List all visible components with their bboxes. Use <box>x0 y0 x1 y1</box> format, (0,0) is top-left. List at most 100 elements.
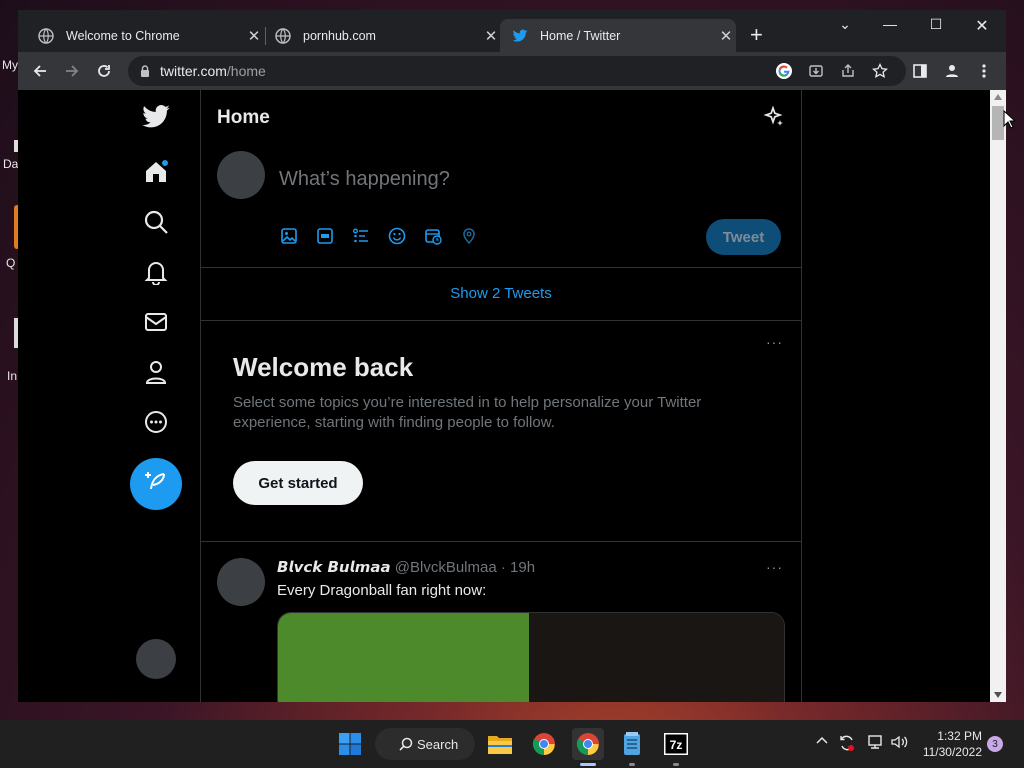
close-icon[interactable]: ✕ <box>716 27 736 45</box>
file-explorer-icon[interactable] <box>484 728 516 760</box>
notification-badge[interactable]: 3 <box>987 736 1003 752</box>
page-scrollbar[interactable] <box>990 90 1006 702</box>
explore-search-icon[interactable] <box>138 204 174 240</box>
windows-start-icon[interactable] <box>334 728 366 760</box>
tweet-author-handle[interactable]: @BlvckBulmaa <box>395 559 497 576</box>
more-options-icon[interactable]: ··· <box>766 334 783 350</box>
tweet-author-name[interactable]: 𝘽𝙡𝙫𝙘𝙠 𝘽𝙪𝙡𝙢𝙖𝙖 <box>277 558 391 576</box>
7zip-icon[interactable]: 7z <box>660 728 692 760</box>
scroll-down-arrow-icon[interactable] <box>994 692 1002 698</box>
home-icon[interactable] <box>138 154 174 190</box>
minimize-button[interactable]: — <box>880 16 900 32</box>
tab-search-icon[interactable]: ⌄ <box>835 16 855 33</box>
chrome-active-icon[interactable] <box>572 728 604 760</box>
tweet-timestamp[interactable]: 19h <box>510 559 535 576</box>
desktop-icon-label: Q <box>6 256 16 270</box>
tweet-separator: · <box>500 559 506 576</box>
home-timeline: Home What’s happening? Tweet Show 2 Twee… <box>200 90 802 702</box>
side-panel-icon[interactable] <box>909 60 931 82</box>
globe-icon <box>275 27 291 44</box>
tweet-button[interactable]: Tweet <box>706 219 781 255</box>
twitter-page: Home What’s happening? Tweet Show 2 Twee… <box>18 90 990 702</box>
compose-input[interactable]: What’s happening? <box>279 168 450 191</box>
globe-icon <box>38 27 54 44</box>
tray-overflow-chevron-icon[interactable] <box>815 734 829 753</box>
schedule-icon[interactable] <box>423 226 443 246</box>
welcome-description: Select some topics you’re interested in … <box>233 394 702 431</box>
welcome-title: Welcome back <box>233 352 414 382</box>
taskbar-clock[interactable]: 1:32 PM 11/30/2022 <box>910 728 982 760</box>
twitter-sidenav <box>18 90 200 702</box>
tab-welcome[interactable]: Welcome to Chrome ✕ <box>26 19 264 52</box>
reload-button[interactable] <box>93 60 115 82</box>
tab-twitter-home[interactable]: Home / Twitter ✕ <box>500 19 736 52</box>
tweet-media-image-right <box>529 613 784 702</box>
divider <box>201 541 801 542</box>
notifications-bell-icon[interactable] <box>138 254 174 290</box>
running-app-indicator <box>629 763 635 766</box>
clock-time: 1:32 PM <box>937 729 982 743</box>
google-icon[interactable] <box>773 60 795 82</box>
clock-date: 11/30/2022 <box>922 745 982 759</box>
back-button[interactable] <box>29 60 51 82</box>
share-icon[interactable] <box>837 60 859 82</box>
divider <box>201 320 801 321</box>
emoji-icon[interactable] <box>387 226 407 246</box>
image-icon[interactable] <box>279 226 299 246</box>
mouse-cursor-icon <box>1003 109 1017 135</box>
active-app-indicator <box>580 763 596 766</box>
close-icon[interactable]: ✕ <box>244 27 264 45</box>
search-icon <box>399 737 413 751</box>
install-icon[interactable] <box>805 60 827 82</box>
maximize-button[interactable]: ☐ <box>926 16 946 33</box>
gif-icon[interactable] <box>315 226 335 246</box>
close-window-button[interactable]: ✕ <box>972 16 992 36</box>
network-icon[interactable] <box>866 734 884 755</box>
close-icon[interactable]: ✕ <box>481 27 501 45</box>
tweet-media-image-left <box>278 613 529 702</box>
url-path: /home <box>226 63 266 79</box>
notepad-icon[interactable] <box>616 728 648 760</box>
desktop-icon-label: My <box>2 58 18 72</box>
tab-title: Home / Twitter <box>540 28 621 43</box>
chrome-icon[interactable] <box>528 728 560 760</box>
sparkle-icon[interactable] <box>763 105 785 133</box>
tab-strip: Welcome to Chrome ✕ pornhub.com ✕ Home /… <box>18 10 1006 52</box>
volume-icon[interactable] <box>890 734 908 755</box>
poll-icon[interactable] <box>351 226 371 246</box>
desktop-icon-label: Da <box>3 157 19 171</box>
taskbar-search[interactable]: Search <box>375 728 475 760</box>
running-app-indicator <box>673 763 679 766</box>
search-label: Search <box>417 736 459 752</box>
tweet-header: 𝘽𝙡𝙫𝙘𝙠 𝘽𝙪𝙡𝙢𝙖𝙖 @BlvckBulmaa · 19h <box>277 558 535 576</box>
profile-person-icon[interactable] <box>138 354 174 390</box>
page-title: Home <box>217 107 270 128</box>
messages-envelope-icon[interactable] <box>138 304 174 340</box>
get-started-button[interactable]: Get started <box>233 461 363 505</box>
tweet-more-icon[interactable]: ··· <box>766 559 783 575</box>
more-circle-icon[interactable] <box>138 404 174 440</box>
twitter-logo-icon[interactable] <box>138 99 174 135</box>
more-menu-icon[interactable] <box>973 60 995 82</box>
tweet-author-avatar[interactable] <box>217 558 265 606</box>
avatar[interactable] <box>217 151 265 199</box>
new-tab-button[interactable]: + <box>750 24 763 46</box>
tweet-media[interactable] <box>277 612 785 702</box>
sync-icon[interactable] <box>838 734 856 757</box>
bookmark-star-icon[interactable] <box>869 60 891 82</box>
scroll-up-arrow-icon[interactable] <box>994 94 1002 100</box>
compose-toolbar <box>279 226 479 246</box>
windows-taskbar: Search 7z 1:32 PM 11/30/2022 3 <box>0 720 1024 768</box>
tab-title: pornhub.com <box>303 28 376 43</box>
account-avatar[interactable] <box>136 639 176 679</box>
tab-pornhub[interactable]: pornhub.com ✕ <box>263 19 501 52</box>
chrome-window: Welcome to Chrome ✕ pornhub.com ✕ Home /… <box>18 10 1006 702</box>
location-icon[interactable] <box>459 226 479 246</box>
compose-tweet-button[interactable] <box>130 458 182 510</box>
lock-icon[interactable] <box>140 65 150 77</box>
profile-icon[interactable] <box>941 60 963 82</box>
feather-plus-icon <box>144 470 168 499</box>
tweet-text: Every Dragonball fan right now: <box>277 582 487 599</box>
forward-button[interactable] <box>61 60 83 82</box>
show-new-tweets-link[interactable]: Show 2 Tweets <box>201 267 801 319</box>
